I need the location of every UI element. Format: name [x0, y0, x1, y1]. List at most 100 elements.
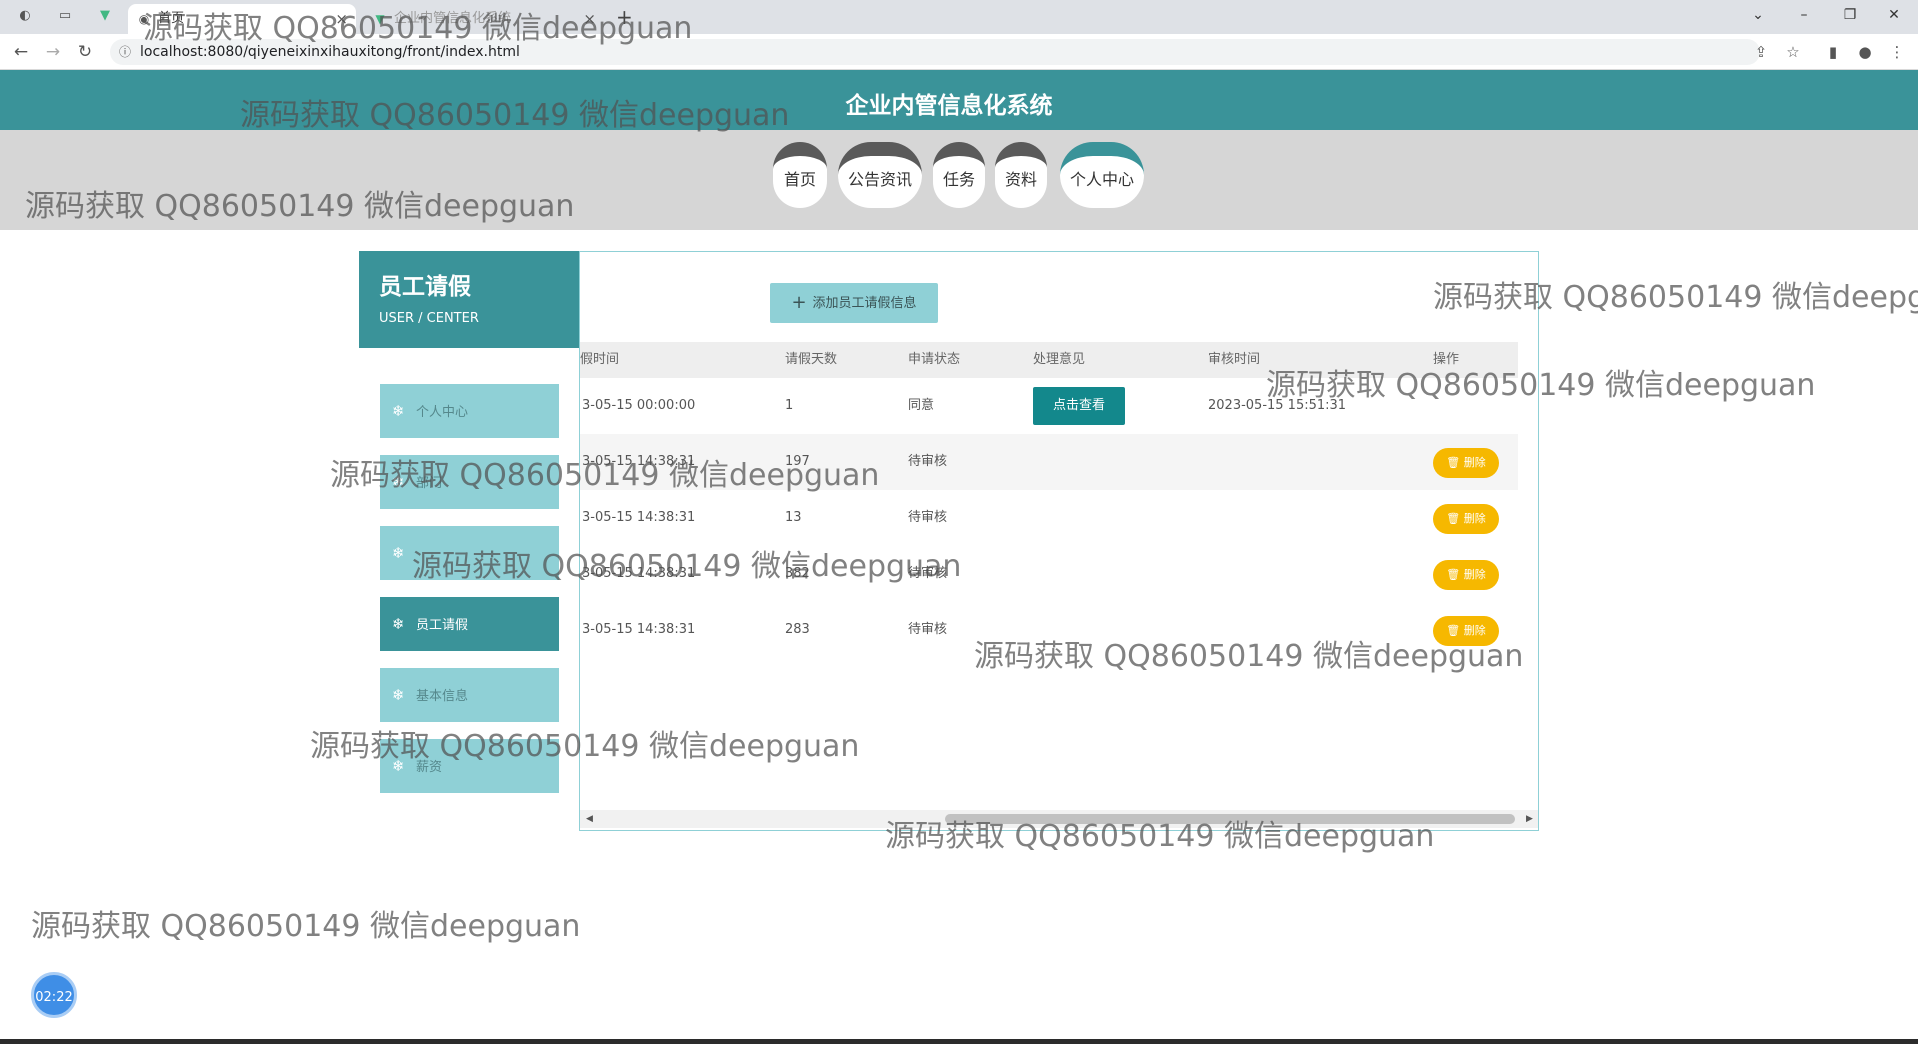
leave-time-cell: 3-05-15 14:38:31	[582, 622, 696, 637]
sidebar-item-department[interactable]: ❄ 部门	[380, 455, 559, 509]
leave-panel: + 添加员工请假信息 假时间 请假天数 申请状态 处理意见 审核时间 操作 3-0…	[579, 251, 1539, 831]
scroll-right-icon[interactable]: ▶	[1526, 810, 1533, 828]
close-window-icon[interactable]: ✕	[1874, 4, 1914, 26]
tab-search-icon[interactable]: ⌄	[1738, 4, 1778, 26]
pinned-tab-icon[interactable]: ▼	[96, 7, 114, 25]
table-row: 3-05-15 14:38:31 13 待审核 🗑 删除	[580, 490, 1518, 546]
tab-title: 首页	[158, 11, 185, 26]
new-tab-icon[interactable]: +	[616, 5, 633, 29]
plus-icon: +	[791, 292, 807, 313]
table-row: 3-05-15 00:00:00 1 同意 点击查看 2023-05-15 15…	[580, 378, 1518, 434]
snowflake-icon: ❄	[392, 686, 405, 704]
bookmark-star-icon[interactable]: ☆	[1782, 42, 1804, 62]
back-icon[interactable]: ←	[10, 42, 32, 62]
url-text: localhost:8080/qiyeneixinxihauxitong/fro…	[140, 44, 520, 60]
delete-button[interactable]: 🗑 删除	[1433, 560, 1499, 590]
delete-label: 删除	[1463, 624, 1486, 637]
leave-time-cell: 3-05-15 14:38:31	[582, 454, 696, 469]
table-row: 3-05-15 14:38:31 382 待审核 🗑 删除	[580, 546, 1518, 602]
snowflake-icon: ❄	[392, 473, 405, 491]
snowflake-icon: ❄	[392, 544, 405, 562]
maximize-icon[interactable]: ❐	[1830, 4, 1870, 26]
browser-app-icon[interactable]: ◐	[16, 7, 34, 25]
close-tab-icon[interactable]: ×	[583, 4, 596, 34]
trash-icon: 🗑	[1446, 456, 1464, 469]
taskbar-edge	[0, 1039, 1918, 1044]
delete-label: 删除	[1463, 568, 1486, 581]
column-header: 审核时间	[1208, 352, 1261, 367]
leave-days-cell: 1	[785, 398, 794, 413]
status-cell: 待审核	[908, 566, 948, 581]
add-leave-label: 添加员工请假信息	[812, 296, 917, 311]
sidebar-header: 员工请假 USER / CENTER	[359, 251, 579, 348]
add-leave-button[interactable]: + 添加员工请假信息	[770, 283, 938, 323]
table-row: 3-05-15 14:38:31 283 待审核 🗑 删除	[580, 602, 1518, 658]
screen: { "browser": { "tabs": [ {"title": "首页",…	[0, 0, 1918, 1044]
snowflake-icon: ❄	[392, 615, 405, 633]
scroll-left-icon[interactable]: ◀	[586, 810, 593, 828]
leave-days-cell: 283	[785, 622, 810, 637]
profile-avatar-icon[interactable]: ●	[1854, 42, 1876, 62]
column-header: 请假天数	[785, 352, 838, 367]
browser-tabstrip: ◐ ▭ ▼ ◉ 首页 × ▼ 企业内管信息化系统 × + ⌄ – ❐ ✕	[0, 0, 1918, 34]
nav-documents[interactable]: 资料	[995, 142, 1047, 208]
nav-personal-center[interactable]: 个人中心	[1060, 142, 1144, 208]
status-cell: 待审核	[908, 622, 948, 637]
main-nav: 首页 公告资讯 任务 资料 个人中心	[0, 130, 1918, 230]
browser-tab-home[interactable]: ◉ 首页 ×	[128, 4, 356, 34]
trash-icon: 🗑	[1446, 568, 1464, 581]
forward-icon[interactable]: →	[42, 42, 64, 62]
share-icon[interactable]: ⇪	[1750, 42, 1772, 62]
browser-tab-system[interactable]: ▼ 企业内管信息化系统 ×	[364, 4, 604, 34]
leave-time-cell: 3-05-15 14:38:31	[582, 510, 696, 525]
horizontal-scrollbar[interactable]: ◀ ▶	[580, 810, 1538, 828]
leave-days-cell: 197	[785, 454, 810, 469]
view-opinion-button[interactable]: 点击查看	[1033, 387, 1125, 425]
sidebar-item-3[interactable]: ❄	[380, 526, 559, 580]
delete-button[interactable]: 🗑 删除	[1433, 448, 1499, 478]
sidebar-item-personal-center[interactable]: ❄ 个人中心	[380, 384, 559, 438]
leave-time-cell: 3-05-15 00:00:00	[582, 398, 696, 413]
browser-toolbar: ← → ↻ ⓘ localhost:8080/qiyeneixinxihauxi…	[0, 34, 1918, 70]
minimize-icon[interactable]: –	[1784, 4, 1824, 26]
page-title: 企业内管信息化系统	[845, 93, 1053, 119]
nav-tasks[interactable]: 任务	[933, 142, 985, 208]
delete-button[interactable]: 🗑 删除	[1433, 504, 1499, 534]
leave-time-cell: 3-05-15 14:38:31	[582, 566, 696, 581]
delete-label: 删除	[1463, 512, 1486, 525]
url-input[interactable]: ⓘ localhost:8080/qiyeneixinxihauxitong/f…	[110, 39, 1760, 65]
close-tab-icon[interactable]: ×	[335, 4, 348, 34]
sidebar-item-basic-info[interactable]: ❄ 基本信息	[380, 668, 559, 722]
sidebar-item-label: 基本信息	[416, 689, 469, 704]
leave-table: 假时间 请假天数 申请状态 处理意见 审核时间 操作 3-05-15 00:00…	[580, 342, 1518, 658]
nav-announcements[interactable]: 公告资讯	[838, 142, 922, 208]
reload-icon[interactable]: ↻	[74, 42, 96, 62]
side-panel-icon[interactable]: ▮	[1822, 42, 1844, 62]
tab-group-icon[interactable]: ▭	[56, 7, 74, 25]
tab-title: 企业内管信息化系统	[394, 11, 512, 26]
snowflake-icon: ❄	[392, 757, 405, 775]
info-icon[interactable]: ⓘ	[119, 39, 131, 65]
column-header: 操作	[1433, 352, 1460, 367]
nav-home[interactable]: 首页	[773, 142, 827, 208]
watermark-text: 源码获取 QQ86050149 微信deepguan	[31, 909, 581, 944]
leave-days-cell: 382	[785, 566, 810, 581]
vue-icon: ▼	[375, 12, 385, 26]
snowflake-icon: ❄	[392, 402, 405, 420]
table-header: 假时间 请假天数 申请状态 处理意见 审核时间 操作	[580, 342, 1518, 378]
delete-button[interactable]: 🗑 删除	[1433, 616, 1499, 646]
review-time-cell: 2023-05-15 15:51:31	[1208, 398, 1347, 413]
menu-dots-icon[interactable]: ⋮	[1886, 42, 1908, 62]
sidebar-item-salary[interactable]: ❄ 薪资	[380, 739, 559, 793]
status-cell: 同意	[908, 398, 935, 413]
status-cell: 待审核	[908, 454, 948, 469]
scrollbar-thumb[interactable]	[945, 814, 1515, 824]
sidebar-item-leave[interactable]: ❄ 员工请假	[380, 597, 559, 651]
column-header: 假时间	[580, 352, 620, 367]
recording-timer: 02:22	[31, 972, 77, 1018]
sidebar-item-label: 个人中心	[416, 405, 469, 420]
table-row: 3-05-15 14:38:31 197 待审核 🗑 删除	[580, 434, 1518, 490]
sidebar-item-label: 部门	[416, 476, 443, 491]
globe-icon: ◉	[138, 12, 150, 26]
trash-icon: 🗑	[1446, 624, 1464, 637]
